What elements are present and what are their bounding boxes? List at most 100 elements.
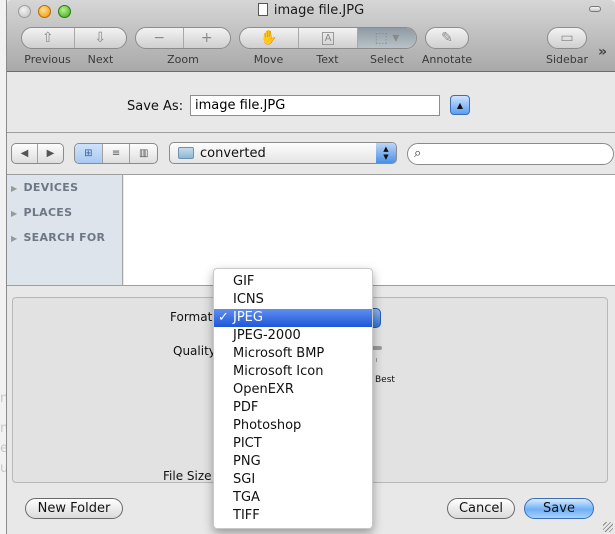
new-folder-button[interactable]: New Folder (25, 498, 123, 519)
view-mode-control: ⊞ ≡ ▥ (74, 143, 158, 164)
selection-icon: ⬚ ▾ (374, 30, 400, 46)
back-forward-control: ◀ ▶ (11, 143, 64, 164)
sidebar-label: Sidebar (545, 53, 589, 66)
format-option-label: PDF (233, 400, 259, 415)
slider-tick (376, 358, 377, 362)
disclosure-triangle-icon: ▶ (11, 184, 18, 193)
forward-arrow-icon: ▶ (46, 148, 55, 159)
column-view-icon: ▥ (138, 148, 149, 159)
format-option-pdf[interactable]: PDF (214, 399, 372, 417)
format-option-label: Microsoft Icon (233, 364, 324, 379)
save-button[interactable]: Save (524, 498, 594, 519)
arrow-down-icon: ⇩ (94, 30, 107, 46)
zoom-control: − + (135, 27, 231, 49)
cancel-button[interactable]: Cancel (447, 498, 515, 519)
previous-next-control: ⇧ ⇩ (21, 27, 127, 49)
move-tool-button[interactable]: ✋ (240, 28, 298, 48)
sidebar-button[interactable]: ▭ (547, 27, 587, 49)
format-option-label: GIF (233, 274, 255, 289)
dialog-sidebar: ▶ DEVICES ▶ PLACES ▶ SEARCH FOR (7, 175, 123, 285)
text-icon: A (321, 31, 335, 45)
format-option-png[interactable]: PNG (214, 453, 372, 471)
select-tool-button[interactable]: ⬚ ▾ (357, 28, 416, 48)
disclosure-triangle-icon: ▶ (11, 234, 18, 243)
disclosure-triangle-icon: ▶ (11, 209, 18, 218)
format-option-gif[interactable]: GIF (214, 273, 372, 291)
arrow-up-icon: ⇧ (41, 30, 54, 46)
location-name: converted (200, 146, 266, 161)
format-option-sgi[interactable]: SGI (214, 471, 372, 489)
back-button[interactable]: ◀ (12, 144, 37, 163)
pencil-icon: ✎ (441, 30, 453, 46)
sidebar-section-places[interactable]: ▶ PLACES (11, 206, 72, 219)
previous-label: Previous (24, 53, 71, 66)
format-option-label: JPEG-2000 (233, 328, 301, 343)
format-option-jpeg[interactable]: ✓ JPEG (214, 309, 372, 327)
format-option-pict[interactable]: PICT (214, 435, 372, 453)
icon-view-button[interactable]: ⊞ (75, 144, 102, 163)
format-option-label: PICT (233, 436, 262, 451)
sidebar-icon: ▭ (560, 30, 574, 46)
save-as-input[interactable] (190, 95, 440, 116)
text-tool-button[interactable]: A (298, 28, 357, 48)
popup-stepper-icon: ▲ ▼ (376, 143, 396, 163)
format-option-tiff[interactable]: TIFF (214, 507, 372, 525)
search-icon: ⌕ (414, 146, 422, 161)
format-label: Format (170, 310, 213, 324)
title-toolbar: image file.JPG ⇧ ⇩ Previous Next − + Zoo… (7, 0, 615, 72)
format-option-label: SGI (233, 472, 256, 487)
format-option-label: TGA (233, 490, 260, 505)
format-option-label: PNG (233, 454, 261, 469)
annotate-button[interactable]: ✎ (425, 27, 469, 49)
format-option-label: OpenEXR (233, 382, 294, 397)
zoom-out-button[interactable]: − (136, 28, 183, 48)
sidebar-section-search-for[interactable]: ▶ SEARCH FOR (11, 231, 105, 244)
format-option-microsoft-icon[interactable]: Microsoft Icon (214, 363, 372, 381)
minus-icon: − (153, 30, 166, 46)
location-popup[interactable]: converted ▲ ▼ (169, 142, 397, 164)
search-input[interactable]: ⌕ (407, 143, 614, 165)
back-arrow-icon: ◀ (20, 148, 29, 159)
checkmark-icon: ✓ (218, 310, 229, 325)
resize-grip[interactable] (603, 522, 613, 532)
forward-button[interactable]: ▶ (37, 144, 63, 163)
toolbar-overflow-icon[interactable]: » (598, 44, 607, 60)
format-option-jpeg-2000[interactable]: JPEG-2000 (214, 327, 372, 345)
sidebar-section-devices[interactable]: ▶ DEVICES (11, 181, 78, 194)
zoom-in-button[interactable]: + (182, 28, 231, 48)
quality-best-label: Best (375, 375, 395, 385)
annotate-label: Annotate (421, 53, 473, 66)
format-option-label: Microsoft BMP (233, 346, 325, 361)
icon-view-icon: ⊞ (84, 148, 93, 159)
format-option-photoshop[interactable]: Photoshop (214, 417, 372, 435)
format-option-openexr[interactable]: OpenEXR (214, 381, 372, 399)
toolbar-toggle-button[interactable] (589, 6, 601, 12)
triangle-up-icon: ▲ (456, 100, 464, 110)
divider (7, 132, 615, 133)
format-option-icns[interactable]: ICNS (214, 291, 372, 309)
select-label: Select (370, 53, 404, 66)
next-label: Next (87, 53, 114, 66)
move-label: Move (253, 53, 284, 66)
list-view-icon: ≡ (111, 148, 121, 159)
window-title-text: image file.JPG (273, 3, 365, 18)
previous-button[interactable]: ⇧ (22, 28, 74, 48)
format-option-label: JPEG (233, 310, 263, 325)
tool-mode-control: ✋ A ⬚ ▾ (239, 27, 417, 49)
text-label: Text (316, 53, 339, 66)
hand-icon: ✋ (260, 30, 278, 46)
file-size-label: File Size (163, 469, 212, 483)
column-view-button[interactable]: ▥ (129, 144, 157, 163)
format-option-tga[interactable]: TGA (214, 489, 372, 507)
format-option-microsoft-bmp[interactable]: Microsoft BMP (214, 345, 372, 363)
quality-label: Quality (173, 344, 216, 358)
next-button[interactable]: ⇩ (73, 28, 127, 48)
document-icon (257, 3, 268, 16)
list-view-button[interactable]: ≡ (101, 144, 130, 163)
format-option-label: Photoshop (233, 418, 302, 433)
save-as-label: Save As: (127, 99, 184, 114)
format-option-label: TIFF (233, 508, 260, 523)
expand-dialog-button[interactable]: ▲ (450, 95, 470, 115)
plus-icon: + (200, 30, 213, 46)
format-option-label: ICNS (233, 292, 264, 307)
